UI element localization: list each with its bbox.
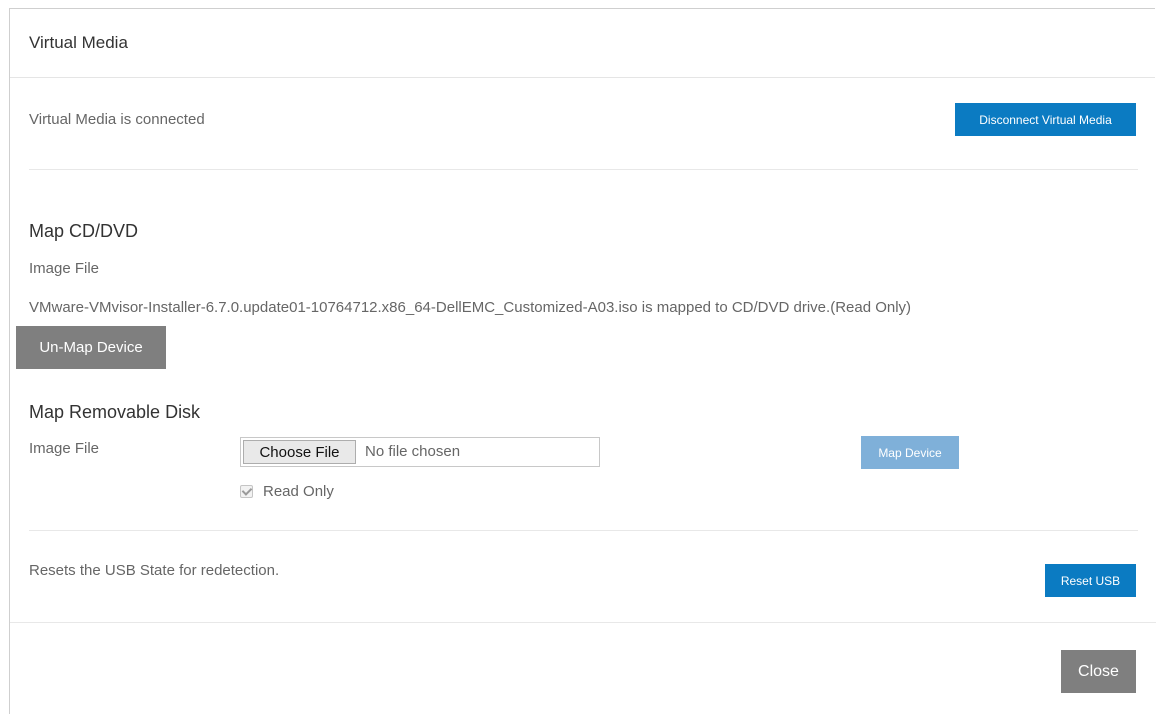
choose-file-button[interactable]: Choose File xyxy=(243,440,356,464)
divider xyxy=(29,169,1138,170)
cd-dvd-image-file-label: Image File xyxy=(29,260,100,277)
virtual-media-dialog: Virtual Media Virtual Media is connected… xyxy=(9,8,1156,714)
reset-usb-description: Resets the USB State for redetection. xyxy=(29,562,280,579)
close-button[interactable]: Close xyxy=(1061,650,1136,693)
map-device-button[interactable]: Map Device xyxy=(861,436,959,469)
no-file-chosen-text: No file chosen xyxy=(365,443,461,460)
connection-status-text: Virtual Media is connected xyxy=(29,111,205,128)
removable-disk-file-input[interactable]: Choose File No file chosen xyxy=(240,437,600,467)
footer-divider xyxy=(10,622,1156,623)
unmap-device-button[interactable]: Un-Map Device xyxy=(16,326,166,369)
read-only-label: Read Only xyxy=(263,483,334,500)
read-only-checkbox[interactable] xyxy=(240,485,253,498)
cd-dvd-mapped-message: VMware-VMvisor-Installer-6.7.0.update01-… xyxy=(29,299,912,316)
divider xyxy=(29,530,1138,531)
map-removable-disk-title: Map Removable Disk xyxy=(29,402,201,422)
reset-usb-button[interactable]: Reset USB xyxy=(1045,564,1136,597)
dialog-title: Virtual Media xyxy=(29,33,128,52)
dialog-header: Virtual Media xyxy=(10,9,1155,78)
disconnect-virtual-media-button[interactable]: Disconnect Virtual Media xyxy=(955,103,1136,136)
removable-disk-image-file-label: Image File xyxy=(29,440,100,457)
map-cd-dvd-title: Map CD/DVD xyxy=(29,221,139,241)
